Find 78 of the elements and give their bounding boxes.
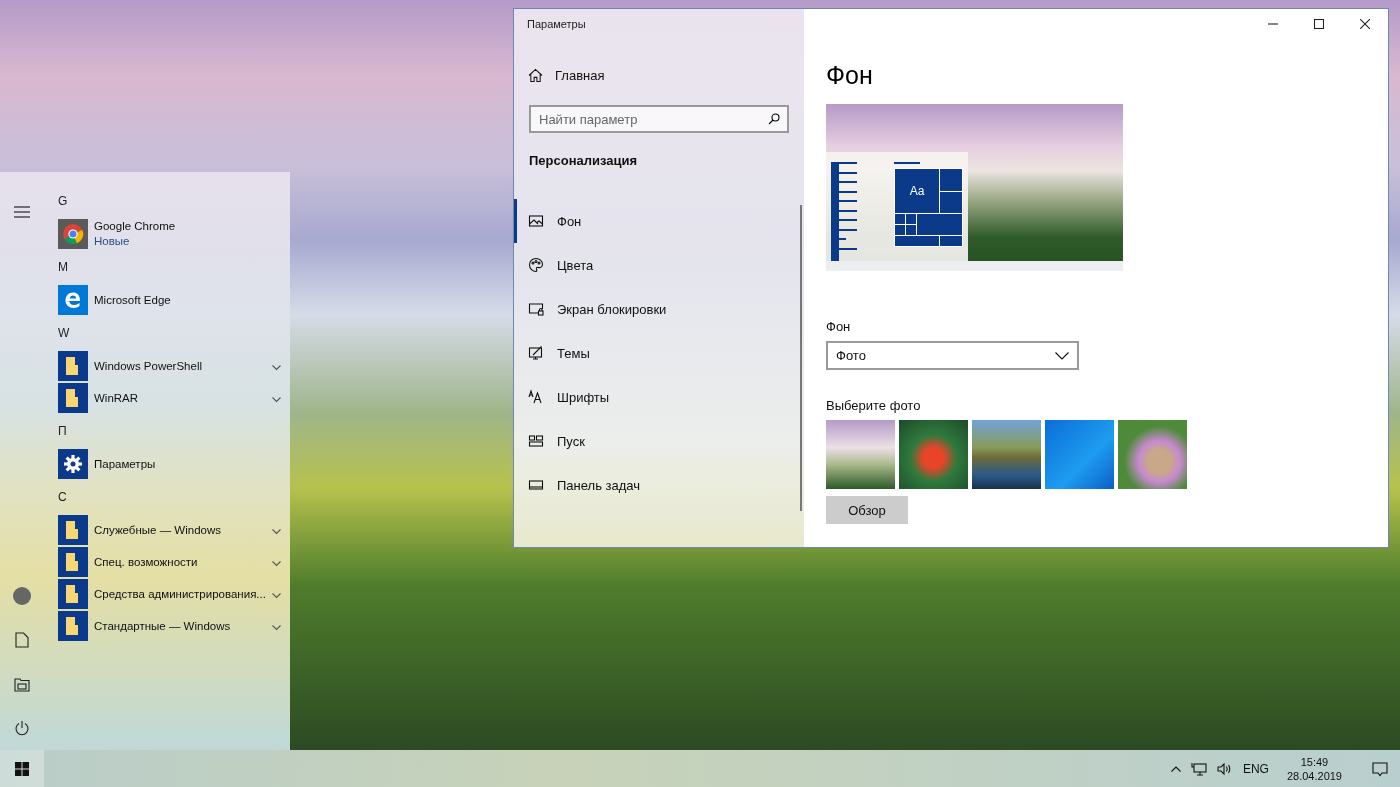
power-icon	[14, 720, 30, 736]
chrome-logo-icon	[58, 219, 88, 249]
notification-icon	[1372, 760, 1388, 777]
app-name[interactable]: WinRAR	[94, 390, 266, 406]
network-icon	[1190, 761, 1207, 776]
lock-screen-icon	[528, 301, 544, 317]
user-avatar[interactable]	[13, 587, 31, 605]
app-subtitle: Новые	[94, 234, 131, 249]
chevron-down-icon	[271, 625, 281, 631]
app-name[interactable]: Параметры	[94, 456, 281, 472]
scrollbar[interactable]	[800, 205, 802, 511]
maximize-icon	[1314, 19, 1324, 29]
background-dropdown[interactable]: Фото	[826, 341, 1079, 370]
document-icon	[15, 632, 29, 648]
folder-icon	[58, 611, 88, 641]
app-name[interactable]: Спец. возможности	[94, 554, 266, 570]
nav-item[interactable]: Пуск	[514, 419, 804, 463]
field-label: Фон	[826, 319, 851, 334]
photo-thumbnail[interactable]	[1045, 420, 1114, 489]
search-icon	[768, 113, 780, 125]
taskbar-icon	[528, 477, 544, 493]
menu-icon	[14, 206, 30, 218]
group-letter[interactable]: C	[58, 490, 67, 504]
tile-text: Aa	[909, 184, 925, 198]
start-button[interactable]	[0, 750, 44, 787]
app-name[interactable]: Microsoft Edge	[94, 292, 281, 308]
folder-icon	[58, 579, 88, 609]
group-letter[interactable]: G	[58, 194, 68, 208]
chevron-down-icon	[271, 397, 281, 403]
close-icon	[1360, 19, 1370, 29]
group-letter[interactable]: П	[58, 424, 67, 438]
nav-item[interactable]: Цвета	[514, 243, 804, 287]
search-field[interactable]: Найти параметр	[529, 105, 789, 133]
start-layout-icon	[528, 433, 544, 449]
field-label: Выберите фото	[826, 398, 921, 413]
edge-logo-icon	[58, 285, 88, 315]
nav-item[interactable]: Экран блокировки	[514, 287, 804, 331]
app-name[interactable]: Google Chrome	[94, 219, 281, 234]
folder-icon	[58, 547, 88, 577]
palette-icon	[528, 257, 544, 273]
page-title: Фон	[826, 61, 874, 90]
theme-icon	[528, 345, 544, 361]
windows-logo-icon	[15, 761, 29, 776]
clock[interactable]: 15:49 28.04.2019	[1278, 754, 1350, 783]
chevron-up-icon	[1170, 765, 1181, 772]
folder-icon	[58, 515, 88, 545]
app-name[interactable]: Служебные — Windows	[94, 522, 266, 538]
picture-icon	[528, 213, 544, 229]
picture-folder-icon	[14, 676, 30, 692]
speaker-icon	[1216, 761, 1233, 776]
folder-icon	[58, 383, 88, 413]
app-name[interactable]: Стандартные — Windows	[94, 618, 266, 634]
chevron-down-icon	[1055, 351, 1069, 360]
list-line	[894, 162, 920, 164]
home-link[interactable]: Главная	[514, 57, 804, 93]
nav-item[interactable]: Темы	[514, 331, 804, 375]
language-indicator[interactable]: ENG	[1242, 761, 1269, 776]
photo-thumbnail[interactable]	[1118, 420, 1187, 489]
group-letter[interactable]: W	[58, 326, 70, 340]
chevron-down-icon	[271, 529, 281, 535]
chevron-down-icon	[271, 561, 281, 567]
photo-thumbnail[interactable]	[972, 420, 1041, 489]
folder-icon	[58, 351, 88, 381]
nav-item[interactable]: Панель задач	[514, 463, 804, 507]
nav-item[interactable]: Шрифты	[514, 375, 804, 419]
browse-button[interactable]: Обзор	[826, 496, 908, 524]
photo-thumbnail[interactable]	[826, 420, 895, 489]
gear-icon	[58, 449, 88, 479]
chevron-down-icon	[271, 365, 281, 371]
app-name[interactable]: Средства администрирования...	[94, 586, 266, 602]
photo-thumbnail[interactable]	[899, 420, 968, 489]
app-name[interactable]: Windows PowerShell	[94, 358, 266, 374]
section-heading: Персонализация	[529, 153, 638, 168]
fonts-icon	[528, 389, 544, 405]
chevron-down-icon	[271, 593, 281, 599]
group-letter[interactable]: M	[58, 260, 68, 274]
window-title: Параметры	[527, 18, 586, 30]
home-icon	[528, 67, 543, 83]
